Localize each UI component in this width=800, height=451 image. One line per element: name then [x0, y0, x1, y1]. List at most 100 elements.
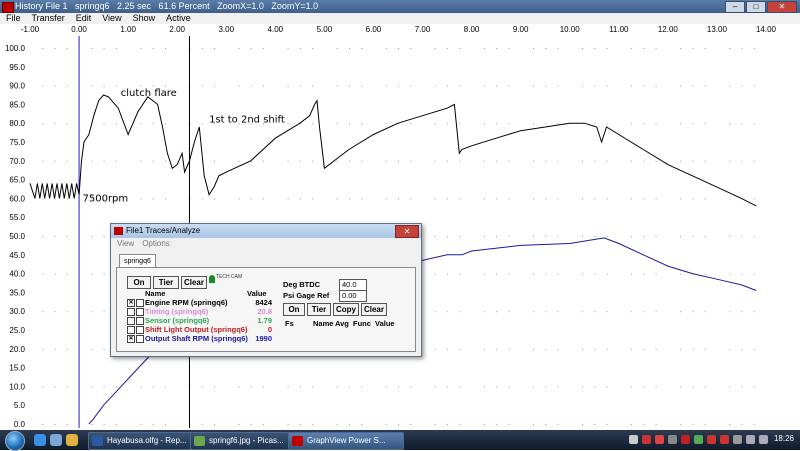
grid-dot: [214, 85, 215, 87]
dialog-menu-options[interactable]: Options: [142, 239, 170, 248]
grid-dot: [643, 424, 645, 425]
grid-dot: [496, 48, 498, 49]
tray-app-icon-3[interactable]: [694, 435, 703, 444]
y-tick-label: 65.0: [9, 176, 25, 185]
grid-dot: [643, 311, 645, 313]
grid-dot: [54, 85, 56, 87]
dialog-close-button[interactable]: ✕: [395, 225, 419, 238]
grid-dot: [398, 48, 399, 49]
grid-dot: [582, 160, 583, 162]
menu-file[interactable]: File: [6, 13, 21, 23]
grid-dot: [201, 424, 203, 425]
tray-flag-icon[interactable]: [759, 435, 768, 444]
show-desktop-icon[interactable]: [50, 434, 62, 446]
grid-dot: [447, 123, 449, 125]
grid-dot: [753, 48, 755, 49]
start-button[interactable]: [5, 431, 25, 451]
grid-dot: [434, 48, 436, 49]
grid-dot: [508, 236, 510, 237]
psi-gage-ref-field[interactable]: 0.00: [339, 290, 367, 302]
grid-dot: [263, 424, 265, 425]
grid-dot: [459, 424, 461, 425]
grid-dot: [103, 273, 105, 275]
grid-dot: [299, 386, 301, 388]
maximize-button[interactable]: □: [746, 1, 766, 13]
grid-dot: [152, 160, 154, 162]
grid-dot: [410, 85, 412, 87]
grid-dot: [545, 160, 547, 162]
grid-dot: [263, 85, 265, 87]
grid-dot: [753, 386, 755, 388]
grid-dot: [631, 236, 633, 237]
grid-dot: [91, 311, 93, 313]
grid-dot: [729, 85, 731, 87]
grid-dot: [91, 160, 93, 162]
grid-dot: [263, 48, 265, 49]
grid-dot: [545, 123, 547, 125]
close-button[interactable]: ✕: [767, 1, 797, 13]
grid-dot: [140, 123, 142, 125]
y-tick-label: 5.0: [14, 401, 26, 410]
grid-dot: [348, 198, 350, 200]
grid-dot: [238, 386, 240, 388]
grid-dot: [91, 236, 93, 237]
tray-volume-icon[interactable]: [746, 435, 755, 444]
right-tier-button[interactable]: Tier: [307, 303, 331, 316]
grid-dot: [434, 424, 436, 425]
grid-dot: [753, 85, 755, 87]
tray-shield-icon[interactable]: [642, 435, 651, 444]
grid-dot: [545, 386, 547, 388]
tray-network-icon[interactable]: [668, 435, 677, 444]
grid-dot: [336, 424, 338, 425]
grid-dot: [508, 273, 510, 275]
grid-dot: [447, 85, 449, 87]
tray-chevron-icon[interactable]: [629, 435, 638, 444]
grid-dot: [312, 85, 314, 87]
clear-button[interactable]: Clear: [181, 276, 207, 289]
tray-app-icon-2[interactable]: [681, 435, 690, 444]
grid-dot: [508, 348, 510, 350]
grid-dot: [532, 85, 534, 87]
taskbar: Hayabusa.olfg - Rep... springf6.jpg - Pi…: [0, 430, 800, 451]
ie-icon[interactable]: [34, 434, 46, 446]
menu-transfer[interactable]: Transfer: [32, 13, 65, 23]
folder-icon[interactable]: [66, 434, 78, 446]
tab-springq6[interactable]: springq6: [119, 254, 156, 268]
grid-dot: [447, 48, 449, 49]
grid-dot: [66, 348, 68, 350]
grid-dot: [606, 123, 608, 125]
grid-dot: [434, 348, 436, 350]
grid-dot: [459, 273, 461, 275]
grid-dot: [545, 48, 547, 49]
grid-dot: [459, 198, 461, 200]
grid-dot: [532, 123, 534, 125]
tray-app-icon-5[interactable]: [720, 435, 729, 444]
copy-button[interactable]: Copy: [333, 303, 359, 316]
graphview-icon: [292, 436, 303, 446]
on-button[interactable]: On: [127, 276, 151, 289]
grid-dot: [312, 424, 314, 425]
y-tick-label: 55.0: [9, 213, 25, 222]
minimize-button[interactable]: –: [725, 1, 745, 13]
grid-dot: [729, 236, 731, 237]
menu-view[interactable]: View: [102, 13, 121, 23]
right-on-button[interactable]: On: [283, 303, 305, 316]
task-graphview[interactable]: GraphView Power S...: [288, 432, 404, 450]
tray-app-icon-4[interactable]: [707, 435, 716, 444]
menu-active[interactable]: Active: [166, 13, 191, 23]
menu-show[interactable]: Show: [133, 13, 156, 23]
dialog-menu-view[interactable]: View: [117, 239, 134, 248]
menu-edit[interactable]: Edit: [76, 13, 92, 23]
grid-dot: [680, 424, 682, 425]
tier-button[interactable]: Tier: [153, 276, 179, 289]
task-label: GraphView Power S...: [307, 436, 386, 445]
tray-app-icon[interactable]: [655, 435, 664, 444]
grid-dot: [753, 273, 755, 275]
grid-dot: [741, 236, 743, 237]
right-clear-button[interactable]: Clear: [361, 303, 387, 316]
grid-dot: [103, 348, 105, 350]
grid-dot: [361, 160, 363, 162]
grid-dot: [483, 348, 485, 350]
x-tick-label: 12.00: [658, 25, 679, 34]
tray-app-icon-6[interactable]: [733, 435, 742, 444]
